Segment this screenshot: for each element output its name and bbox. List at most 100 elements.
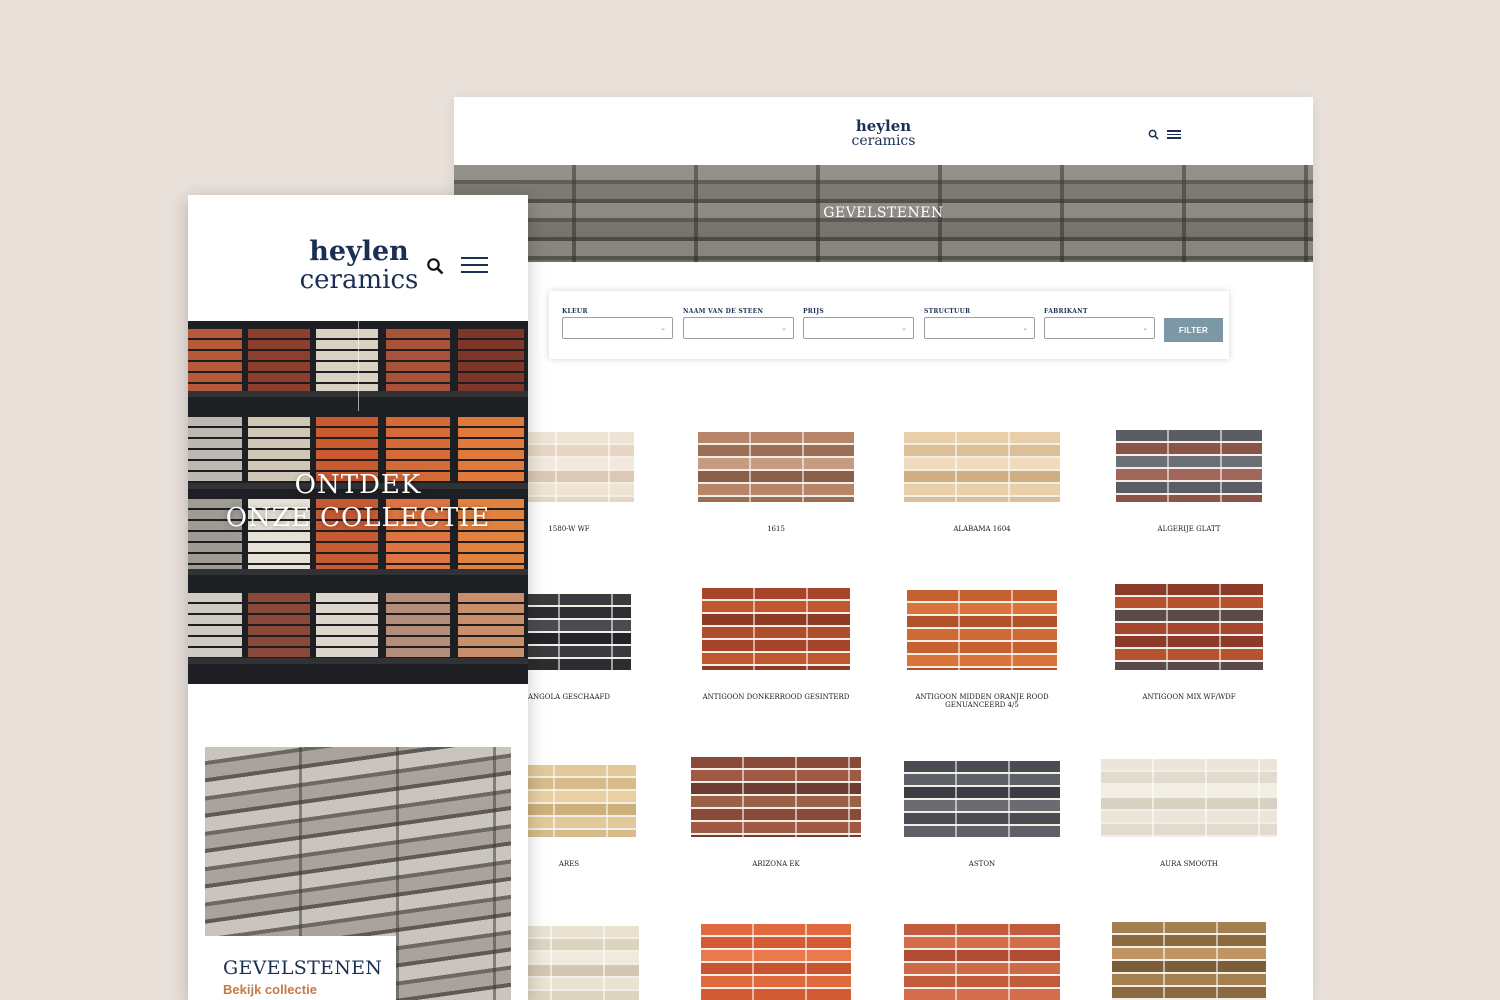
filter-button[interactable]: FILTER	[1164, 318, 1223, 342]
page-title: GEVELSTENEN	[823, 205, 944, 221]
product-card[interactable]: 1615	[681, 422, 871, 533]
product-name[interactable]: ANTIGOON MIX WF/WDF	[1094, 693, 1284, 701]
filter-label: NAAM VAN DE STEEN	[683, 308, 764, 315]
menu-icon[interactable]	[461, 257, 488, 273]
filter-select[interactable]: ⌄	[562, 317, 673, 339]
desktop-hero-banner: GEVELSTENEN	[454, 165, 1313, 262]
filter-select[interactable]: ⌄	[683, 317, 794, 339]
logo-line-1: heylen	[855, 117, 912, 135]
filter-group: STRUCTUUR ⌄	[924, 308, 1035, 339]
logo-line-2: ceramics	[851, 133, 916, 149]
product-card[interactable]: ALGERIJE GLATT	[1094, 422, 1284, 533]
collection-card-link[interactable]: Bekijk collectie	[223, 982, 317, 997]
product-card[interactable]: ASTON	[887, 757, 1077, 868]
brick-swatch	[1101, 759, 1277, 837]
product-card[interactable]	[887, 924, 1077, 1000]
product-card[interactable]: AURA SMOOTH	[1094, 757, 1284, 868]
product-card[interactable]: ANTIGOON DONKERROOD GESINTERD	[681, 588, 871, 701]
chevron-down-icon: ⌄	[660, 325, 666, 332]
menu-icon[interactable]	[1167, 130, 1181, 139]
hero-title-line-1: ONTDEK	[294, 470, 422, 500]
product-card[interactable]	[1094, 922, 1284, 1000]
filter-group: NAAM VAN DE STEEN ⌄	[683, 308, 794, 339]
chevron-down-icon: ⌄	[1142, 325, 1148, 332]
mobile-mockup: heylen ceramics ONTDEK ONZE COLLECTIE GE…	[188, 195, 528, 1000]
product-name[interactable]: ARIZONA EK	[681, 860, 871, 868]
filter-bar: KLEUR ⌄ NAAM VAN DE STEEN ⌄ PRIJS ⌄ STRUCTUUR ⌄…	[549, 291, 1229, 359]
brick-stack	[458, 329, 524, 391]
filter-label: KLEUR	[562, 308, 588, 315]
search-icon[interactable]	[1148, 129, 1159, 140]
shelf	[188, 658, 528, 664]
product-card[interactable]	[681, 924, 871, 1000]
hero-title-line-2: ONZE COLLECTIE	[225, 503, 491, 533]
brick-swatch	[904, 432, 1060, 502]
brick-swatch	[702, 588, 850, 670]
filter-group: FABRIKANT ⌄	[1044, 308, 1155, 339]
brick-stack	[188, 593, 242, 658]
product-image	[681, 757, 871, 837]
brick-stack	[316, 593, 378, 658]
product-image	[681, 422, 871, 502]
chevron-down-icon: ⌄	[781, 325, 787, 332]
product-image	[887, 422, 1077, 502]
brick-swatch	[907, 590, 1057, 670]
logo-line-1: heylen	[309, 236, 409, 267]
product-image	[1094, 584, 1284, 670]
mobile-hero: ONTDEK ONZE COLLECTIE	[188, 321, 528, 684]
chevron-down-icon: ⌄	[1022, 325, 1028, 332]
product-image	[887, 924, 1077, 1000]
product-card[interactable]: ANTIGOON MIDDEN ORANJE ROOD GENUANCEERD …	[887, 590, 1077, 709]
shelf	[188, 569, 528, 575]
product-image	[1094, 422, 1284, 502]
filter-select[interactable]: ⌄	[803, 317, 914, 339]
brick-swatch	[1115, 584, 1263, 670]
product-name[interactable]: ALGERIJE GLATT	[1094, 525, 1284, 533]
product-card[interactable]: ANTIGOON MIX WF/WDF	[1094, 584, 1284, 701]
collection-card-label[interactable]: GEVELSTENEN Bekijk collectie	[205, 936, 396, 1000]
chevron-down-icon: ⌄	[901, 325, 907, 332]
product-name[interactable]: 1615	[681, 525, 871, 533]
collection-card-title: GEVELSTENEN	[223, 957, 383, 979]
product-image	[887, 590, 1077, 670]
brick-swatch	[698, 432, 854, 502]
mobile-logo[interactable]: heylen ceramics	[284, 236, 434, 295]
search-icon[interactable]	[426, 257, 444, 275]
product-name[interactable]: ANTIGOON MIDDEN ORANJE ROOD GENUANCEERD …	[887, 693, 1077, 709]
brick-swatch	[691, 757, 861, 837]
brick-stack	[386, 593, 450, 658]
product-name[interactable]: ANTIGOON DONKERROOD GESINTERD	[681, 693, 871, 701]
logo-line-2: ceramics	[299, 265, 419, 295]
product-card[interactable]: ARIZONA EK	[681, 757, 871, 868]
filter-select[interactable]: ⌄	[1044, 317, 1155, 339]
brick-stack	[248, 593, 310, 658]
product-image	[1094, 757, 1284, 837]
hero-divider	[358, 321, 359, 411]
desktop-mockup: heylen ceramics GEVELSTENEN KLEUR ⌄ NAAM V…	[454, 97, 1313, 1000]
product-image	[681, 924, 871, 1000]
product-name[interactable]: ASTON	[887, 860, 1077, 868]
brick-swatch	[1116, 430, 1262, 502]
brick-swatch	[1112, 922, 1266, 1000]
product-name[interactable]: AURA SMOOTH	[1094, 860, 1284, 868]
product-image	[1094, 922, 1284, 1000]
filter-label: FABRIKANT	[1044, 308, 1088, 315]
filter-label: PRIJS	[803, 308, 824, 315]
brick-swatch	[904, 761, 1060, 837]
brick-stack	[316, 329, 378, 391]
brick-stack	[458, 593, 524, 658]
filter-select[interactable]: ⌄	[924, 317, 1035, 339]
product-name[interactable]: ALABAMA 1604	[887, 525, 1077, 533]
desktop-logo[interactable]: heylen ceramics	[454, 119, 1313, 149]
brick-stack	[248, 329, 310, 391]
hero-title: ONTDEK ONZE COLLECTIE	[188, 469, 528, 535]
desktop-header: heylen ceramics	[454, 97, 1313, 165]
product-card[interactable]: ALABAMA 1604	[887, 422, 1077, 533]
filter-group: KLEUR ⌄	[562, 308, 673, 339]
brick-swatch	[701, 924, 851, 1000]
filter-group: PRIJS ⌄	[803, 308, 914, 339]
product-image	[887, 757, 1077, 837]
product-image	[681, 588, 871, 670]
filter-label: STRUCTUUR	[924, 308, 971, 315]
brick-stack	[188, 329, 242, 391]
